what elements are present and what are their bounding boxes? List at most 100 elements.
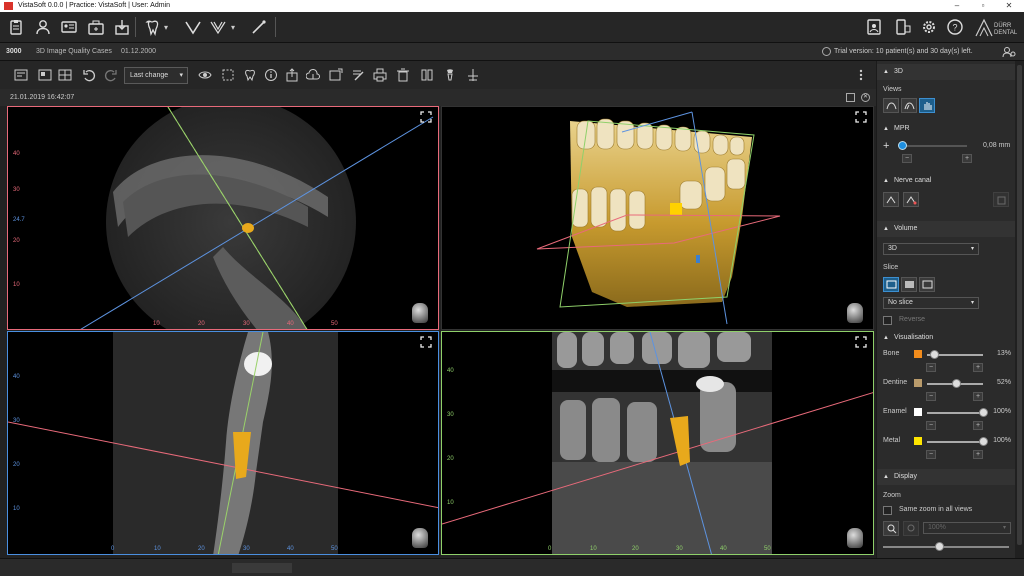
user-settings-icon[interactable] [1002,46,1016,58]
material-decrease-button[interactable]: − [926,363,936,372]
fullscreen-icon[interactable] [420,336,432,348]
orientation-head-icon[interactable] [412,303,428,323]
implant-icon[interactable] [441,66,459,84]
eye-icon[interactable] [196,66,214,84]
reverse-checkbox[interactable] [883,316,892,325]
open-external-icon[interactable] [846,93,855,102]
clipboard-icon[interactable] [4,16,28,38]
image-info-icon[interactable] [36,66,54,84]
patients-icon[interactable] [31,16,55,38]
zoom-in-button[interactable] [883,521,899,536]
trash-icon[interactable] [394,66,412,84]
zoom-slider-knob[interactable] [935,542,944,551]
material-decrease-button[interactable]: − [926,421,936,430]
briefcase-icon[interactable] [84,16,108,38]
patient-card-icon[interactable] [57,16,81,38]
zoom-fit-button[interactable] [903,521,919,536]
compare-icon[interactable] [418,66,436,84]
material-slider-track[interactable] [927,412,983,414]
info-icon[interactable] [262,66,280,84]
fullscreen-icon[interactable] [420,111,432,123]
material-decrease-button[interactable]: − [926,450,936,459]
chevron-down-icon[interactable]: ▾ [227,16,239,38]
phone-book-icon[interactable] [862,16,886,38]
redo-icon[interactable] [102,66,120,84]
panel-scrollbar-thumb[interactable] [1017,65,1022,545]
material-slider-track[interactable] [927,441,983,443]
mpr-increase-button[interactable]: + [962,154,972,163]
view-hand-button[interactable] [919,98,935,113]
layout-grid-icon[interactable] [56,66,74,84]
send-icon[interactable] [327,66,345,84]
section-3d-header[interactable]: ▲ 3D [877,64,1015,80]
mpr-slider-track[interactable] [901,145,967,147]
material-increase-button[interactable]: + [973,363,983,372]
fullscreen-icon[interactable] [855,111,867,123]
orientation-head-icon[interactable] [847,528,863,548]
view-curve-alt-button[interactable] [901,98,917,113]
fullscreen-icon[interactable] [855,336,867,348]
help-icon[interactable]: ? [943,16,967,38]
material-color-swatch[interactable] [914,379,922,387]
slice-dropdown[interactable]: No slice ▾ [883,297,979,309]
slice-mode-3-button[interactable] [919,277,935,292]
gear-icon[interactable] [917,16,941,38]
volume-mode-dropdown[interactable]: 3D ▾ [883,243,979,255]
instrument-icon[interactable] [247,16,271,38]
material-color-swatch[interactable] [914,408,922,416]
nerve-delete-button[interactable] [993,192,1009,207]
minimize-button[interactable]: – [944,0,970,12]
volume-3d-view[interactable] [441,106,874,330]
nerve-draw-button[interactable] [883,192,899,207]
view-curve-button[interactable] [883,98,899,113]
cloud-upload-icon[interactable] [304,66,322,84]
section-mpr-header[interactable]: ▲ MPR [877,121,1015,137]
nerve-edit-button[interactable] [903,192,919,207]
zoom-dropdown[interactable]: 100% ▾ [923,522,1011,534]
maximize-button[interactable]: ▫ [970,0,996,12]
axial-view[interactable]: 40 30 24.7 20 10 10 20 30 40 50 [7,106,439,330]
export-icon[interactable] [283,66,301,84]
material-color-swatch[interactable] [914,437,922,445]
material-slider-knob[interactable] [952,379,961,388]
mpr-decrease-button[interactable]: − [902,154,912,163]
material-color-swatch[interactable] [914,350,922,358]
close-image-icon[interactable]: ✕ [861,93,870,102]
section-nerve-header[interactable]: ▲ Nerve canal [877,173,1015,189]
material-increase-button[interactable]: + [973,392,983,401]
section-volume-header[interactable]: ▲ Volume [877,221,1015,237]
material-slider-knob[interactable] [930,350,939,359]
material-increase-button[interactable]: + [973,421,983,430]
panorama-icon[interactable] [181,16,205,38]
material-increase-button[interactable]: + [973,450,983,459]
slice-mode-1-button[interactable] [883,277,899,292]
chevron-down-icon[interactable]: ▾ [160,16,172,38]
crosshair-icon[interactable]: + [883,140,889,152]
coronal-left-tick: 20 [447,456,454,462]
select-region-icon[interactable] [219,66,237,84]
sort-dropdown[interactable]: Last change ▾ [124,67,188,84]
report-icon[interactable] [12,66,30,84]
import-icon[interactable] [110,16,134,38]
measure-icon[interactable] [464,66,482,84]
orientation-head-icon[interactable] [847,303,863,323]
orientation-head-icon[interactable] [412,528,428,548]
section-display-title: Display [894,473,917,480]
sagittal-view[interactable]: 40 30 20 10 0 10 20 30 40 50 [7,331,439,555]
panel-scrollbar[interactable] [1015,61,1024,558]
same-zoom-checkbox[interactable] [883,506,892,515]
coronal-view[interactable]: 40 30 20 10 0 10 20 30 40 50 [441,331,874,555]
undo-icon[interactable] [80,66,98,84]
section-display-header[interactable]: ▲ Display [877,469,1015,485]
print-icon[interactable] [371,66,389,84]
close-window-button[interactable]: ✕ [996,0,1022,12]
device-icon[interactable] [891,16,915,38]
material-decrease-button[interactable]: − [926,392,936,401]
slice-mode-2-button[interactable] [901,277,917,292]
sign-icon[interactable] [349,66,367,84]
tooth-annotation-icon[interactable] [241,66,259,84]
section-visualisation-header[interactable]: ▲ Visualisation [877,330,1015,346]
mpr-slider-knob[interactable] [898,141,907,150]
zoom-slider-track[interactable] [883,546,1009,548]
more-options-icon[interactable] [852,66,870,84]
